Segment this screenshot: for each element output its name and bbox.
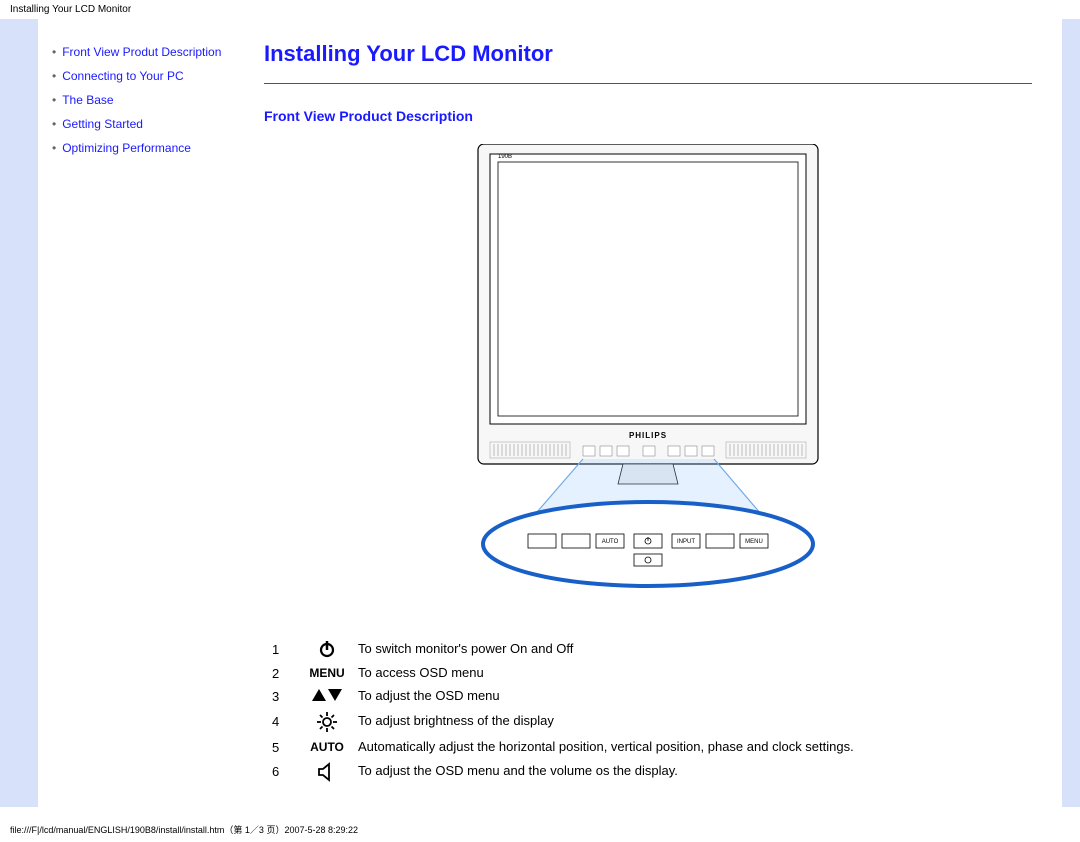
model-label: 190B: [498, 154, 512, 160]
legend-table: 1 To switch monitor's power On and Off 2…: [264, 634, 1032, 787]
sidebar-item-frontview[interactable]: •Front View Produt Description: [52, 45, 246, 59]
sidebar-item-optimizing[interactable]: •Optimizing Performance: [52, 141, 246, 155]
legend-row-2: 2 MENU To access OSD menu: [266, 662, 1030, 685]
svg-text:INPUT: INPUT: [677, 539, 695, 545]
svg-text:MENU: MENU: [745, 539, 763, 545]
divider: [264, 83, 1032, 84]
sidebar-item-gettingstarted[interactable]: •Getting Started: [52, 117, 246, 131]
volume-icon: [302, 762, 352, 782]
brightness-icon: [302, 711, 352, 733]
legend-row-5: 5 AUTO Automatically adjust the horizont…: [266, 736, 1030, 759]
section-heading: Front View Product Description: [264, 108, 1032, 124]
sidebar-nav: •Front View Produt Description •Connecti…: [38, 19, 256, 807]
sidebar-item-connecting[interactable]: •Connecting to Your PC: [52, 69, 246, 83]
arrows-icon: [302, 689, 352, 703]
speaker-right: [726, 442, 806, 458]
legend-row-6: 6 To adjust the OSD menu and the volume …: [266, 759, 1030, 785]
page-container: •Front View Produt Description •Connecti…: [0, 19, 1080, 807]
footer-filepath: file:///F|/lcd/manual/ENGLISH/190B8/inst…: [0, 817, 1080, 842]
page-title: Installing Your LCD Monitor: [264, 37, 1032, 83]
legend-row-4: 4 To adjust brightness of the display: [266, 708, 1030, 736]
svg-text:AUTO: AUTO: [602, 539, 619, 545]
bezel-buttons: [583, 446, 714, 456]
monitor-figure: 190B PHILIPS: [264, 144, 1032, 594]
legend-row-1: 1 To switch monitor's power On and Off: [266, 636, 1030, 662]
monitor-illustration: 190B PHILIPS: [468, 144, 828, 594]
menu-label: MENU: [302, 666, 352, 680]
sidebar-item-base[interactable]: •The Base: [52, 93, 246, 107]
right-accent-bar: [1062, 19, 1080, 807]
speaker-left: [490, 442, 570, 458]
auto-label: AUTO: [302, 740, 352, 754]
window-title: Installing Your LCD Monitor: [0, 0, 1080, 19]
power-icon: [302, 639, 352, 659]
brand-label: PHILIPS: [629, 431, 667, 440]
left-accent-bar: [0, 19, 38, 807]
main-content: Installing Your LCD Monitor Front View P…: [256, 19, 1062, 807]
legend-row-3: 3 To adjust the OSD menu: [266, 685, 1030, 708]
